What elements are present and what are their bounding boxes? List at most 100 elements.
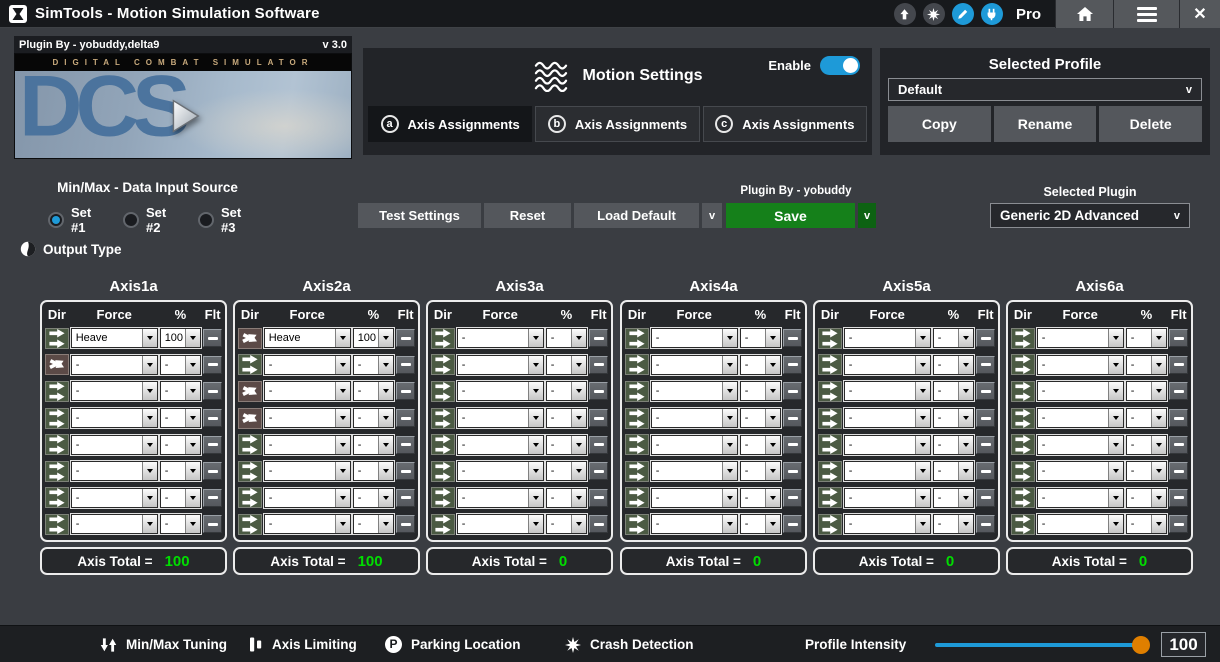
direction-parallel-arrows-icon[interactable] — [1011, 434, 1035, 455]
filter-button[interactable] — [589, 409, 608, 427]
filter-button[interactable] — [203, 489, 222, 507]
force-select[interactable]: - — [651, 408, 738, 428]
percent-select[interactable]: - — [933, 488, 975, 508]
dropdown-arrow-icon[interactable] — [528, 329, 543, 347]
filter-button[interactable] — [396, 329, 415, 347]
dropdown-arrow-icon[interactable] — [765, 436, 780, 454]
percent-select[interactable]: - — [933, 381, 975, 401]
percent-select[interactable]: - — [546, 435, 588, 455]
filter-button[interactable] — [203, 409, 222, 427]
force-select[interactable]: - — [651, 355, 738, 375]
dropdown-arrow-icon[interactable] — [958, 329, 973, 347]
filter-button[interactable] — [589, 489, 608, 507]
force-select[interactable]: Heave — [71, 328, 158, 348]
dropdown-arrow-icon[interactable] — [335, 489, 350, 507]
dropdown-arrow-icon[interactable] — [958, 436, 973, 454]
edit-icon[interactable] — [952, 3, 974, 25]
dropdown-arrow-icon[interactable] — [958, 462, 973, 480]
direction-parallel-arrows-icon[interactable] — [238, 487, 262, 508]
dropdown-arrow-icon[interactable] — [1151, 515, 1166, 533]
direction-parallel-arrows-icon[interactable] — [45, 514, 69, 535]
tab-axis-assignments-c[interactable]: c Axis Assignments — [703, 106, 867, 142]
dropdown-arrow-icon[interactable] — [185, 409, 200, 427]
direction-parallel-arrows-icon[interactable] — [431, 487, 455, 508]
percent-select[interactable]: - — [933, 355, 975, 375]
direction-parallel-arrows-icon[interactable] — [431, 381, 455, 402]
plug-icon[interactable] — [981, 3, 1003, 25]
dropdown-arrow-icon[interactable] — [1151, 382, 1166, 400]
test-settings-button[interactable]: Test Settings — [358, 203, 481, 228]
dropdown-arrow-icon[interactable] — [915, 436, 930, 454]
force-select[interactable]: - — [1037, 381, 1124, 401]
percent-select[interactable]: - — [160, 461, 202, 481]
force-select[interactable]: - — [1037, 408, 1124, 428]
force-select[interactable]: - — [844, 514, 931, 534]
percent-select[interactable]: - — [740, 328, 782, 348]
force-select[interactable]: - — [457, 355, 544, 375]
force-select[interactable]: - — [457, 461, 544, 481]
dropdown-arrow-icon[interactable] — [1151, 489, 1166, 507]
direction-parallel-arrows-icon[interactable] — [818, 487, 842, 508]
dropdown-arrow-icon[interactable] — [185, 382, 200, 400]
direction-parallel-arrows-icon[interactable] — [625, 461, 649, 482]
force-select[interactable]: - — [71, 355, 158, 375]
percent-select[interactable]: 100 — [160, 328, 202, 348]
filter-button[interactable] — [589, 515, 608, 533]
direction-crossed-arrows-icon[interactable] — [45, 354, 69, 375]
force-select[interactable]: - — [71, 408, 158, 428]
percent-select[interactable]: - — [740, 355, 782, 375]
direction-crossed-arrows-icon[interactable] — [238, 408, 262, 429]
direction-parallel-arrows-icon[interactable] — [45, 434, 69, 455]
percent-select[interactable]: - — [740, 435, 782, 455]
dropdown-arrow-icon[interactable] — [335, 329, 350, 347]
force-select[interactable]: - — [1037, 355, 1124, 375]
force-select[interactable]: - — [1037, 461, 1124, 481]
force-select[interactable]: - — [844, 355, 931, 375]
percent-select[interactable]: - — [160, 435, 202, 455]
dropdown-arrow-icon[interactable] — [1108, 356, 1123, 374]
dropdown-arrow-icon[interactable] — [1151, 329, 1166, 347]
dropdown-arrow-icon[interactable] — [958, 382, 973, 400]
filter-button[interactable] — [1169, 462, 1188, 480]
filter-button[interactable] — [203, 462, 222, 480]
direction-parallel-arrows-icon[interactable] — [1011, 408, 1035, 429]
profile-intensity-slider[interactable] — [935, 643, 1147, 647]
percent-select[interactable]: - — [546, 328, 588, 348]
force-select[interactable]: - — [457, 328, 544, 348]
filter-button[interactable] — [783, 436, 802, 454]
force-select[interactable]: - — [844, 408, 931, 428]
dropdown-arrow-icon[interactable] — [185, 356, 200, 374]
filter-button[interactable] — [203, 436, 222, 454]
filter-button[interactable] — [976, 329, 995, 347]
dropdown-arrow-icon[interactable] — [1151, 436, 1166, 454]
force-select[interactable]: - — [71, 488, 158, 508]
percent-select[interactable]: - — [933, 514, 975, 534]
dropdown-arrow-icon[interactable] — [1108, 489, 1123, 507]
dropdown-arrow-icon[interactable] — [1151, 409, 1166, 427]
direction-parallel-arrows-icon[interactable] — [45, 408, 69, 429]
slider-knob[interactable] — [1132, 636, 1150, 654]
force-select[interactable]: - — [844, 461, 931, 481]
percent-select[interactable]: - — [546, 408, 588, 428]
percent-select[interactable]: - — [933, 461, 975, 481]
filter-button[interactable] — [396, 489, 415, 507]
direction-parallel-arrows-icon[interactable] — [1011, 328, 1035, 349]
direction-parallel-arrows-icon[interactable] — [238, 434, 262, 455]
filter-button[interactable] — [976, 462, 995, 480]
force-select[interactable]: - — [1037, 328, 1124, 348]
dropdown-arrow-icon[interactable] — [722, 515, 737, 533]
dropdown-arrow-icon[interactable] — [1108, 382, 1123, 400]
direction-parallel-arrows-icon[interactable] — [1011, 487, 1035, 508]
dropdown-arrow-icon[interactable] — [571, 462, 586, 480]
direction-parallel-arrows-icon[interactable] — [431, 354, 455, 375]
force-select[interactable]: - — [457, 514, 544, 534]
dropdown-arrow-icon[interactable] — [335, 382, 350, 400]
dropdown-arrow-icon[interactable] — [142, 329, 157, 347]
dropdown-arrow-icon[interactable] — [528, 436, 543, 454]
filter-button[interactable] — [396, 436, 415, 454]
percent-select[interactable]: - — [353, 461, 395, 481]
force-select[interactable]: - — [457, 488, 544, 508]
dropdown-arrow-icon[interactable] — [335, 436, 350, 454]
filter-button[interactable] — [589, 436, 608, 454]
force-select[interactable]: - — [264, 435, 351, 455]
